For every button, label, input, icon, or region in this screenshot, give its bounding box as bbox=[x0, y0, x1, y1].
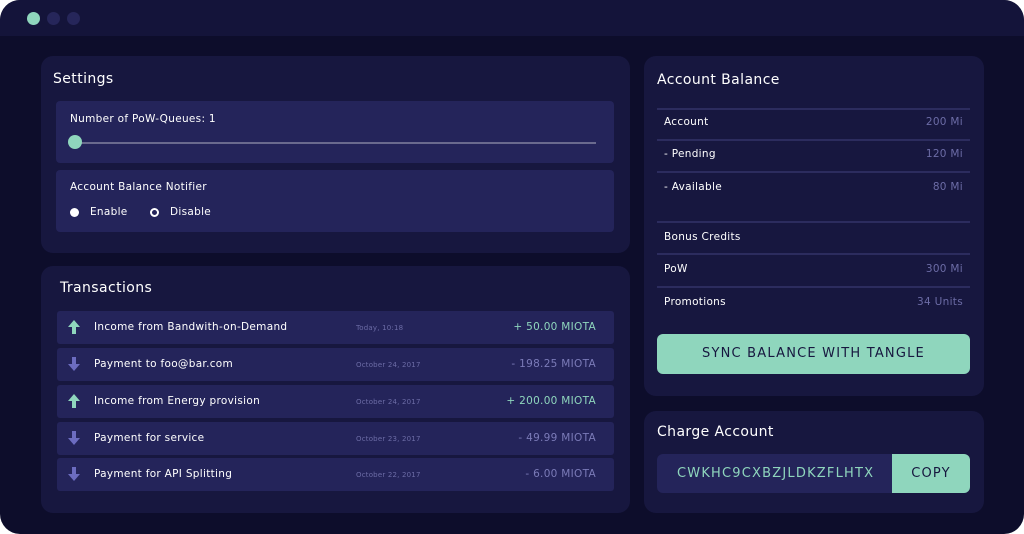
pow-queues-label: Number of PoW-Queues: 1 bbox=[70, 113, 216, 125]
balance-row-account: Account 200 Mi bbox=[657, 116, 970, 130]
radio-selected-icon bbox=[70, 207, 79, 217]
balance-row-promotions: Promotions 34 Units bbox=[657, 296, 970, 310]
app-window: Settings Number of PoW-Queues: 1 Account… bbox=[0, 0, 1024, 534]
balance-row-pow: PoW 300 Mi bbox=[657, 263, 970, 277]
transaction-date: Today, 10:18 bbox=[356, 324, 404, 332]
pow-value: 300 Mi bbox=[925, 263, 963, 275]
arrow-up-icon bbox=[68, 320, 80, 334]
transaction-amount: - 49.99 MIOTA bbox=[518, 432, 596, 444]
pow-queues-slider-track[interactable] bbox=[72, 142, 596, 144]
transaction-description: Payment to foo@bar.com bbox=[94, 358, 234, 370]
window-control-minimize[interactable] bbox=[47, 12, 60, 25]
transaction-amount: + 50.00 MIOTA bbox=[513, 321, 596, 333]
available-value: 80 Mi bbox=[932, 181, 963, 193]
arrow-up-icon bbox=[68, 394, 80, 408]
pending-value: 120 Mi bbox=[925, 148, 963, 160]
arrow-down-icon bbox=[68, 431, 80, 445]
window-control-maximize[interactable] bbox=[67, 12, 80, 25]
transaction-row[interactable]: Payment to foo@bar.com October 24, 2017 … bbox=[57, 348, 614, 381]
transaction-amount: - 198.25 MIOTA bbox=[511, 358, 596, 370]
settings-title: Settings bbox=[53, 71, 114, 87]
promotions-value: 34 Units bbox=[917, 296, 963, 308]
pending-label: - Pending bbox=[664, 148, 716, 160]
promotions-label: Promotions bbox=[664, 296, 726, 308]
divider bbox=[657, 171, 970, 173]
window-control-close[interactable] bbox=[27, 12, 40, 25]
pow-label: PoW bbox=[664, 263, 688, 275]
transaction-date: October 23, 2017 bbox=[356, 435, 421, 443]
transaction-row[interactable]: Income from Energy provision October 24,… bbox=[57, 385, 614, 418]
divider bbox=[657, 139, 970, 141]
title-bar bbox=[0, 0, 1024, 36]
transaction-row[interactable]: Payment for API Splitting October 22, 20… bbox=[57, 458, 614, 491]
transactions-panel: Transactions Income from Bandwith-on-Dem… bbox=[41, 266, 630, 513]
balance-notifier-label: Account Balance Notifier bbox=[70, 181, 207, 193]
account-balance-panel: Account Balance Account 200 Mi - Pending… bbox=[644, 56, 984, 396]
pow-queues-card: Number of PoW-Queues: 1 bbox=[56, 101, 614, 163]
transaction-date: October 24, 2017 bbox=[356, 398, 421, 406]
transactions-title: Transactions bbox=[60, 280, 153, 296]
divider bbox=[657, 253, 970, 255]
arrow-down-icon bbox=[68, 467, 80, 481]
transaction-description: Payment for API Splitting bbox=[94, 468, 233, 480]
disable-radio[interactable]: Disable bbox=[150, 206, 211, 218]
transaction-date: October 22, 2017 bbox=[356, 471, 421, 479]
copy-address-button[interactable]: COPY bbox=[892, 454, 970, 493]
pow-queues-slider-handle[interactable] bbox=[68, 135, 82, 149]
account-value: 200 Mi bbox=[925, 116, 963, 128]
charge-account-panel: Charge Account CWKHC9CXBZJLDKZFLHTX COPY bbox=[644, 411, 984, 513]
account-address-field[interactable]: CWKHC9CXBZJLDKZFLHTX bbox=[657, 454, 892, 493]
transaction-description: Income from Bandwith-on-Demand bbox=[94, 321, 288, 333]
divider bbox=[657, 221, 970, 223]
sync-balance-button[interactable]: SYNC BALANCE WITH TANGLE bbox=[657, 334, 970, 374]
balance-notifier-card: Account Balance Notifier Enable Disable bbox=[56, 170, 614, 232]
transaction-amount: - 6.00 MIOTA bbox=[525, 468, 596, 480]
enable-radio-label: Enable bbox=[90, 206, 128, 218]
transaction-date: October 24, 2017 bbox=[356, 361, 421, 369]
arrow-down-icon bbox=[68, 357, 80, 371]
bonus-credits-label: Bonus Credits bbox=[664, 231, 741, 243]
available-label: - Available bbox=[664, 181, 722, 193]
balance-row-pending: - Pending 120 Mi bbox=[657, 148, 970, 162]
radio-unselected-icon bbox=[150, 207, 159, 217]
transaction-row[interactable]: Income from Bandwith-on-Demand Today, 10… bbox=[57, 311, 614, 344]
disable-radio-label: Disable bbox=[170, 206, 212, 218]
transaction-amount: + 200.00 MIOTA bbox=[506, 395, 596, 407]
account-label: Account bbox=[664, 116, 709, 128]
settings-panel: Settings Number of PoW-Queues: 1 Account… bbox=[41, 56, 630, 253]
charge-account-title: Charge Account bbox=[657, 424, 774, 440]
account-balance-title: Account Balance bbox=[657, 72, 780, 88]
transaction-description: Payment for service bbox=[94, 432, 205, 444]
balance-row-available: - Available 80 Mi bbox=[657, 181, 970, 195]
divider bbox=[657, 286, 970, 288]
divider bbox=[657, 108, 970, 110]
balance-row-bonus-credits: Bonus Credits bbox=[657, 231, 970, 245]
transaction-row[interactable]: Payment for service October 23, 2017 - 4… bbox=[57, 422, 614, 455]
enable-radio[interactable]: Enable bbox=[70, 206, 128, 218]
transaction-description: Income from Energy provision bbox=[94, 395, 261, 407]
